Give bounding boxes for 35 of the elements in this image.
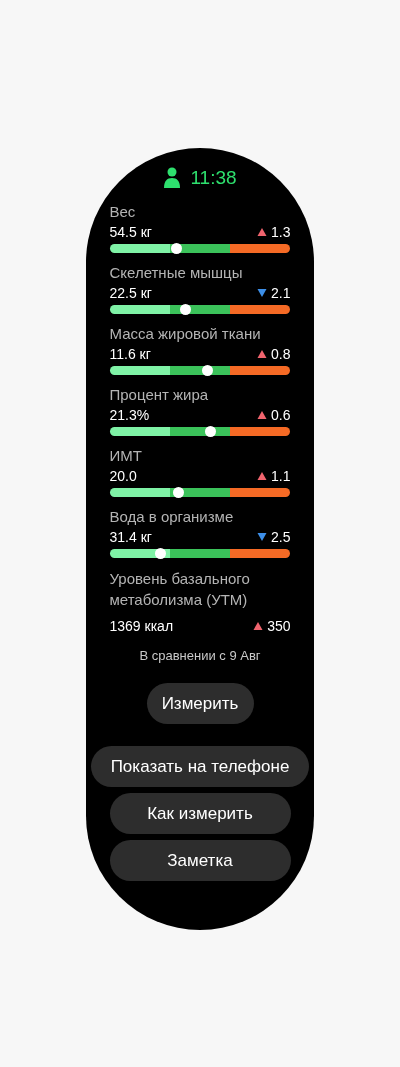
action-button[interactable]: Как измерить [109, 793, 291, 834]
metric-value: 1369 ккал [109, 618, 174, 634]
metric-value: 22.5 кг [109, 285, 152, 301]
change-value: 1.3 [271, 224, 291, 240]
person-icon [163, 167, 182, 189]
metric-value: 11.6 кг [109, 346, 151, 362]
change-value: 0.8 [271, 346, 291, 362]
metric-label: Скелетные мышцы [109, 263, 244, 283]
change-value: 2.1 [271, 285, 291, 301]
metric-label: Уровень базального метаболизма (УТМ) [109, 569, 251, 610]
comparison-note: В сравнении с 9 Авг [139, 648, 261, 663]
metric-label: Масса жировой ткани [109, 324, 262, 344]
measure-button[interactable]: Измерить [146, 683, 254, 724]
metric-value: 20.0 [109, 468, 137, 484]
clock-time: 11:38 [190, 167, 237, 189]
metric-value: 54.5 кг [109, 224, 152, 240]
action-button[interactable]: Показать на телефоне [91, 746, 309, 787]
action-button[interactable]: Заметка [109, 840, 291, 881]
metric-value: 31.4 кг [109, 529, 152, 545]
metric-label: Процент жира [109, 385, 210, 405]
metric-label: Вес [109, 202, 137, 222]
change-value: 2.5 [271, 529, 291, 545]
triangle-icon [253, 621, 264, 631]
triangle-icon [257, 349, 268, 359]
triangle-icon [257, 532, 268, 542]
triangle-icon [257, 288, 268, 298]
triangle-icon [257, 410, 268, 420]
metric-label: Вода в организме [109, 507, 235, 527]
change-value: 350 [267, 618, 291, 634]
metric-label: ИМТ [109, 446, 143, 466]
triangle-icon [257, 471, 268, 481]
triangle-icon [257, 227, 268, 237]
metric-value: 21.3% [109, 407, 150, 423]
change-value: 0.6 [271, 407, 291, 423]
change-value: 1.1 [271, 468, 291, 484]
